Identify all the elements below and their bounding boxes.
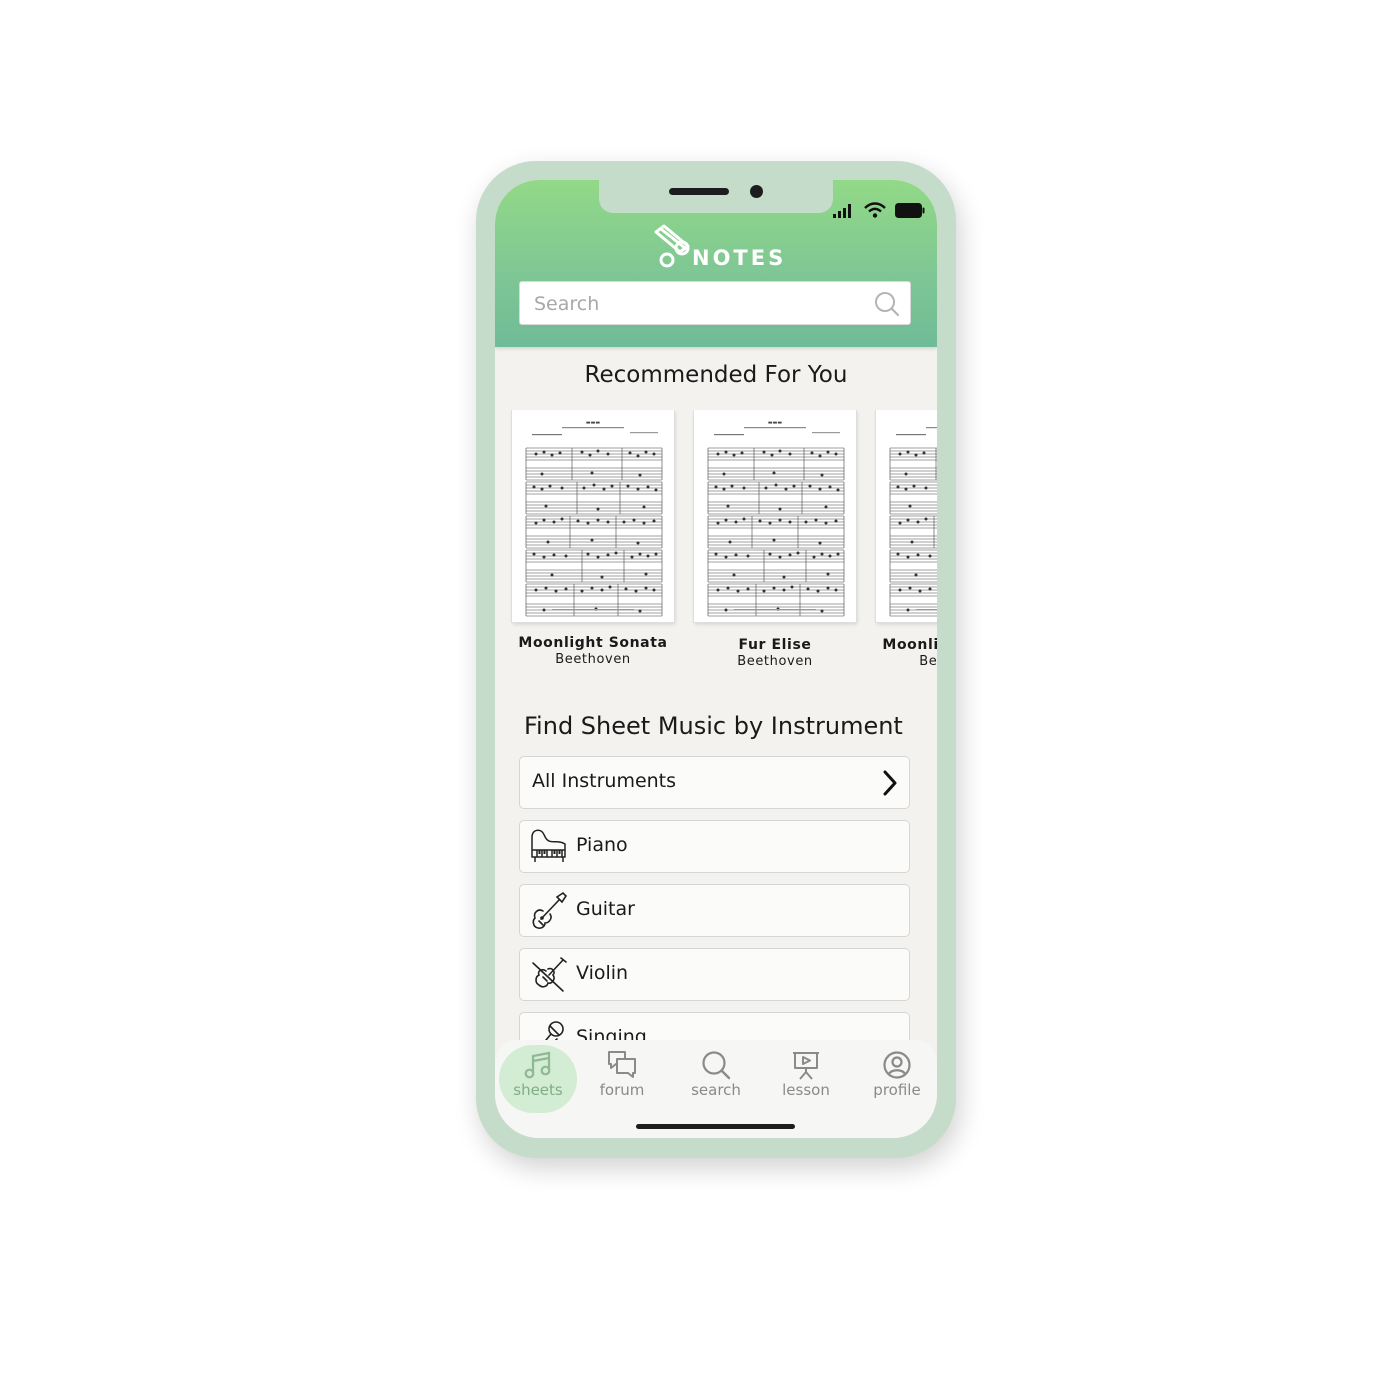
instrument-row-singing[interactable]: Singing: [519, 1012, 910, 1040]
instruments-title: Find Sheet Music by Instrument: [524, 712, 903, 740]
all-instruments-label: All Instruments: [532, 770, 677, 792]
recommended-card[interactable]: Moonlight Sonata Beethoven: [510, 410, 676, 667]
instrument-label: Guitar: [576, 898, 635, 920]
instrument-label: Singing: [576, 1026, 647, 1040]
search-bar[interactable]: [519, 281, 911, 326]
signal-icon: [833, 204, 851, 218]
tab-search[interactable]: search: [677, 1045, 755, 1113]
instrument-row-piano[interactable]: Piano: [519, 820, 910, 873]
tab-label: forum: [599, 1081, 645, 1099]
instrument-label: Piano: [576, 834, 628, 856]
presentation-board-icon: [793, 1052, 819, 1080]
tab-sheets[interactable]: sheets: [499, 1045, 577, 1113]
card-composer: Beethoven: [919, 654, 937, 669]
card-composer: Beethoven: [737, 654, 813, 669]
logo-text: NOTES: [692, 246, 787, 270]
phone-screen: Recommended For You Moonlight Sonata Bee…: [495, 180, 937, 1138]
card-title: Moonlight Sonata: [882, 637, 937, 653]
status-bar: [833, 202, 925, 218]
tab-forum[interactable]: forum: [583, 1045, 661, 1113]
tab-profile[interactable]: profile: [858, 1045, 936, 1113]
instrument-label: Violin: [576, 962, 629, 984]
search-icon: [702, 1051, 731, 1080]
tab-label: lesson: [782, 1081, 830, 1099]
violin-icon: [532, 957, 567, 992]
recommended-title: Recommended For You: [584, 362, 848, 388]
music-note-icon: [524, 1051, 551, 1079]
sheet-thumbnail[interactable]: [512, 410, 674, 622]
microphone-icon: [545, 1021, 564, 1040]
battery-icon: [895, 203, 925, 218]
phone-frame: Recommended For You Moonlight Sonata Bee…: [476, 161, 956, 1158]
tab-label: profile: [873, 1081, 921, 1099]
search-icon[interactable]: [874, 291, 900, 317]
all-instruments-row[interactable]: All Instruments: [519, 756, 910, 809]
chat-bubbles-icon: [608, 1051, 636, 1078]
card-composer: Beethoven: [555, 652, 631, 667]
piano-icon: [531, 829, 566, 862]
speaker: [669, 188, 729, 195]
tab-label: sheets: [513, 1081, 563, 1099]
sheet-thumbnail[interactable]: [876, 410, 937, 622]
sheet-thumbnail[interactable]: [694, 410, 856, 622]
app-header: NOTES: [495, 180, 937, 347]
recommended-carousel[interactable]: Moonlight Sonata Beethoven Fur Elise Bee…: [495, 410, 937, 680]
notes-logo-icon: [654, 224, 690, 268]
home-indicator[interactable]: [636, 1124, 795, 1129]
bottom-tab-bar: sheets forum search lesson profile: [495, 1040, 937, 1138]
instrument-row-guitar[interactable]: Guitar: [519, 884, 910, 937]
user-circle-icon: [883, 1051, 911, 1079]
tab-lesson[interactable]: lesson: [767, 1045, 845, 1113]
tab-label: search: [691, 1081, 741, 1099]
instrument-row-violin[interactable]: Violin: [519, 948, 910, 1001]
chevron-right-icon: [883, 770, 897, 796]
recommended-card[interactable]: Fur Elise Beethoven: [692, 410, 858, 669]
card-title: Moonlight Sonata: [518, 635, 668, 651]
app-logo: NOTES: [652, 224, 783, 270]
guitar-icon: [532, 891, 568, 929]
card-title: Fur Elise: [738, 637, 812, 653]
search-input[interactable]: [532, 282, 866, 326]
wifi-icon: [864, 202, 886, 218]
phone-notch: [599, 180, 833, 213]
camera: [750, 185, 763, 198]
recommended-card[interactable]: Moonlight Sonata Beethoven: [874, 410, 937, 669]
